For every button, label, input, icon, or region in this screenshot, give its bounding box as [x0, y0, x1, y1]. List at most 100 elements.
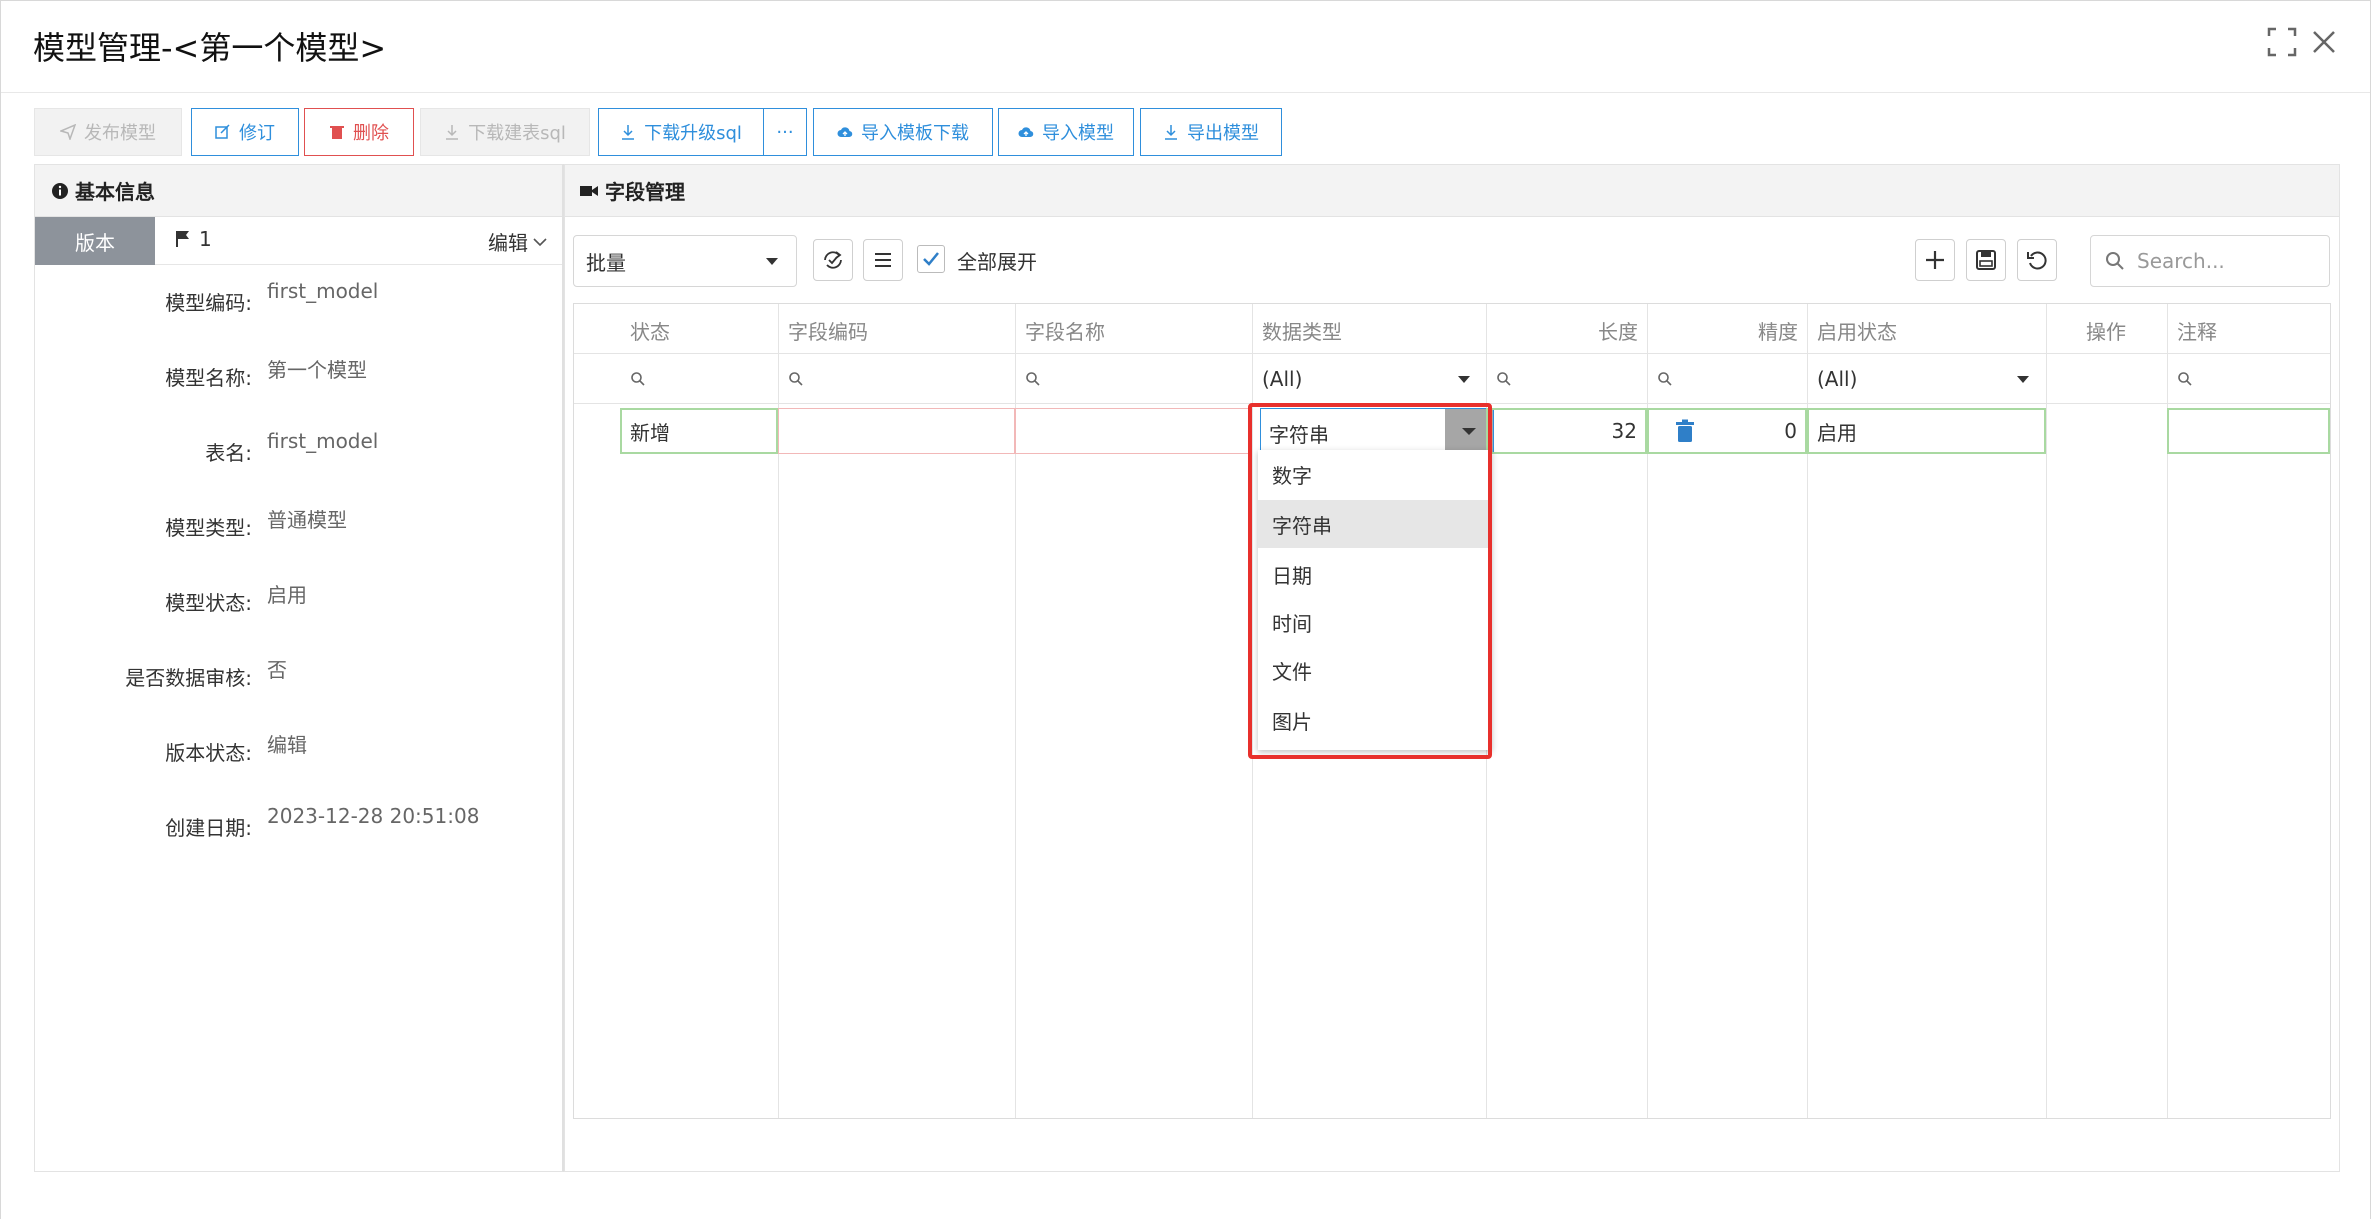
cell-length[interactable]: 32: [1486, 408, 1647, 454]
delete-row-trash-icon[interactable]: [1674, 419, 1696, 443]
col-header-comment[interactable]: 注释: [2177, 316, 2217, 345]
import-model-label: 导入模型: [1042, 123, 1114, 144]
download-icon: [622, 125, 635, 140]
col-header-data-type[interactable]: 数据类型: [1262, 316, 1342, 345]
more-button[interactable]: ···: [763, 108, 807, 156]
cell-enabled[interactable]: 启用: [1807, 408, 2046, 454]
video-icon: [580, 185, 598, 196]
version-row: 版本 1 编辑: [35, 217, 562, 265]
delete-label: 删除: [353, 123, 389, 144]
cell-field-name[interactable]: [1015, 408, 1252, 454]
data-type-filter-select[interactable]: (All): [1262, 367, 1302, 391]
option-file[interactable]: 文件: [1258, 646, 1490, 694]
maximize-icon[interactable]: [2267, 27, 2297, 57]
revise-button[interactable]: 修订: [191, 108, 299, 156]
cell-status[interactable]: 新增: [620, 408, 778, 454]
batch-select[interactable]: 批量: [573, 235, 797, 287]
info-label: 模型类型:: [165, 516, 252, 540]
search-icon[interactable]: [2177, 371, 2193, 387]
dialog-titlebar: 模型管理-<第一个模型>: [1, 1, 2370, 93]
search-icon: [2106, 252, 2124, 270]
download-upgrade-sql-label: 下载升级sql: [644, 123, 742, 144]
col-header-length[interactable]: 长度: [1598, 316, 1638, 345]
option-image[interactable]: 图片: [1258, 696, 1490, 744]
grid-filter-row: (All) (All): [574, 354, 2330, 404]
data-type-dropdown[interactable]: 字符串: [1260, 408, 1494, 454]
basic-info-panel: 基本信息 版本 1 编辑 模型编码: first_model 模型名称: 第一个模型…: [34, 164, 564, 1172]
version-tab[interactable]: 版本: [35, 217, 155, 265]
info-row-model-status: 模型状态: 启用: [35, 579, 562, 619]
close-icon[interactable]: [2309, 27, 2339, 57]
plus-icon: [1926, 251, 1944, 269]
info-value: 普通模型: [267, 508, 347, 532]
field-management-header: 字段管理: [565, 165, 2339, 217]
cell-field-code[interactable]: [778, 408, 1015, 454]
chevron-down-icon: [533, 237, 547, 246]
info-row-create-date: 创建日期: 2023-12-28 20:51:08: [35, 804, 562, 844]
add-row-button[interactable]: [1915, 239, 1955, 281]
data-type-options-list: 数字 字符串 日期 时间 文件 图片: [1258, 450, 1492, 750]
col-header-field-name[interactable]: 字段名称: [1025, 316, 1105, 345]
cloud-upload-icon: [837, 127, 853, 138]
info-row-model-name: 模型名称: 第一个模型: [35, 354, 562, 394]
export-model-button[interactable]: 导出模型: [1140, 108, 1282, 156]
data-type-value: 字符串: [1269, 423, 1329, 447]
option-time[interactable]: 时间: [1258, 598, 1490, 646]
download-create-sql-label: 下载建表sql: [468, 123, 566, 144]
version-edit-dropdown[interactable]: 编辑: [488, 227, 548, 256]
download-upgrade-sql-button[interactable]: 下载升级sql: [598, 108, 764, 156]
enabled-filter-select[interactable]: (All): [1817, 367, 1857, 391]
info-label: 模型编码:: [165, 291, 252, 315]
search-box[interactable]: Search...: [2090, 235, 2330, 287]
search-placeholder: Search...: [2137, 249, 2225, 273]
info-value: 2023-12-28 20:51:08: [267, 804, 480, 828]
info-value: 启用: [267, 583, 307, 607]
option-number[interactable]: 数字: [1258, 450, 1490, 498]
search-icon[interactable]: [630, 371, 646, 387]
batch-select-value: 批量: [586, 250, 626, 275]
cell-comment[interactable]: [2167, 408, 2330, 454]
edit-icon: [215, 124, 230, 139]
columns-menu-button[interactable]: [863, 239, 903, 281]
check-icon: [923, 252, 939, 266]
send-icon: [60, 124, 76, 140]
download-icon: [1165, 125, 1177, 140]
version-number-value: 1: [199, 227, 212, 251]
download-create-sql-button[interactable]: 下载建表sql: [420, 108, 590, 156]
save-button[interactable]: [1966, 239, 2006, 281]
publish-model-label: 发布模型: [84, 123, 156, 144]
info-label: 表名:: [205, 441, 252, 465]
revise-label: 修订: [239, 123, 275, 144]
publish-model-button[interactable]: 发布模型: [34, 108, 182, 156]
search-icon[interactable]: [1657, 371, 1673, 387]
caret-down-icon: [766, 258, 778, 265]
col-header-enabled[interactable]: 启用状态: [1817, 316, 1897, 345]
import-model-button[interactable]: 导入模型: [998, 108, 1134, 156]
option-string[interactable]: 字符串: [1258, 500, 1490, 548]
undo-button[interactable]: [2017, 239, 2057, 281]
info-label: 是否数据审核:: [125, 666, 252, 690]
cell-precision[interactable]: 0: [1647, 408, 1807, 454]
version-edit-label: 编辑: [488, 231, 528, 255]
import-template-download-button[interactable]: 导入模板下载: [813, 108, 993, 156]
trash-icon: [330, 126, 344, 139]
caret-down-icon: [1458, 376, 1470, 383]
option-date[interactable]: 日期: [1258, 550, 1490, 598]
menu-icon: [875, 253, 891, 267]
dialog-footer: [1, 1173, 2370, 1220]
info-value: 第一个模型: [267, 358, 367, 382]
dialog-title: 模型管理-<第一个模型>: [33, 29, 387, 67]
col-header-field-code[interactable]: 字段编码: [788, 316, 868, 345]
search-icon[interactable]: [1496, 371, 1512, 387]
search-icon[interactable]: [1025, 371, 1041, 387]
info-label: 模型状态:: [165, 591, 252, 615]
col-header-status[interactable]: 状态: [630, 316, 670, 345]
col-header-precision[interactable]: 精度: [1758, 316, 1798, 345]
refresh-check-icon: [824, 251, 842, 269]
select-toggle-button[interactable]: [813, 239, 853, 281]
expand-all-checkbox[interactable]: [917, 245, 945, 273]
search-icon[interactable]: [788, 371, 804, 387]
expand-all-label: 全部展开: [957, 250, 1037, 274]
delete-button[interactable]: 删除: [304, 108, 414, 156]
info-row-table-name: 表名: first_model: [35, 429, 562, 469]
